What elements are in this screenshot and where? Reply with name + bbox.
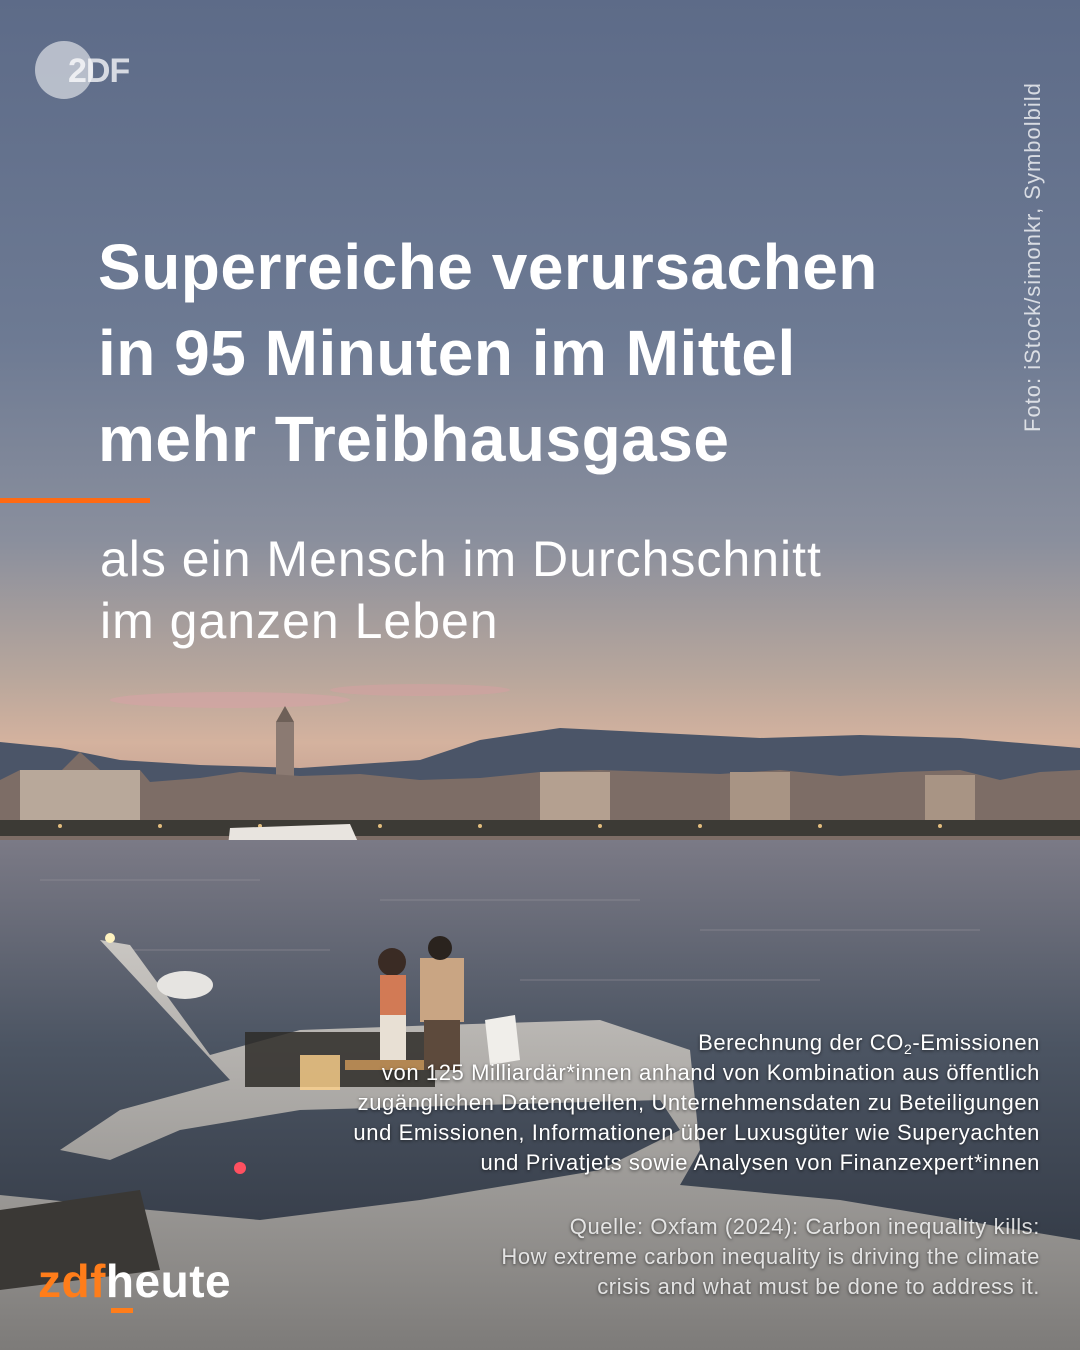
svg-text:2DF: 2DF [68,52,129,90]
headline: Superreiche verursachen in 95 Minuten im… [98,231,878,475]
photo-credit: Foto: iStock/simonkr, Symbolbild [1020,82,1045,432]
accent-divider [0,498,150,503]
brand-heute: heute [105,1255,232,1313]
methodology-note: Berechnung der CO2-Emissionen von 125 Mil… [320,1028,1040,1178]
methodology-part1: Berechnung der CO [698,1030,904,1055]
brand-zdf: zdf [38,1255,106,1307]
methodology-part2: -Emissionen [912,1030,1040,1055]
zdfheute-logo: zdfheute [38,1255,232,1313]
methodology-rest: von 125 Milliardär*innen anhand von Komb… [353,1060,1040,1175]
zdf-logo-icon: 2DF [35,41,130,99]
source-citation: Quelle: Oxfam (2024): Carbon inequality … [501,1214,1040,1299]
subheadline: als ein Mensch im Durchschnitt im ganzen… [100,531,822,649]
brand-heute-text: heute [105,1255,232,1307]
brand-underline [110,1308,133,1313]
